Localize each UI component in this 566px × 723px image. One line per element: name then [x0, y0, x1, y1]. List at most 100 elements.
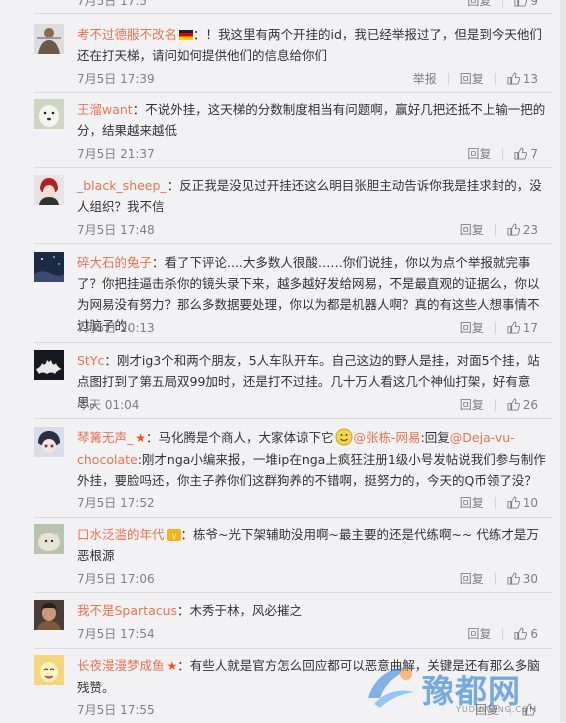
comment-actions: 回复 30 — [460, 570, 538, 587]
like-count: 23 — [522, 222, 538, 237]
reply-button[interactable]: 回复 — [460, 70, 484, 87]
comment-text: :刚才nga小编来报，一堆ip在nga上疯狂注册1级小号发帖说我们参与制作外挂，… — [77, 452, 546, 488]
action-divider — [502, 627, 504, 640]
avatar[interactable] — [34, 175, 64, 205]
like-button[interactable]: 10 — [507, 496, 538, 510]
like-button[interactable]: 6 — [514, 627, 538, 641]
comment-item: 7月5日 17:5 回复 9 — [0, 0, 560, 10]
comment-time: 7月5日 17:06 — [77, 572, 155, 586]
comment-body: _black_sheep_：反正我是没见过开挂还这么明目张胆主动告诉你我是挂求封… — [77, 175, 547, 217]
avatar[interactable] — [34, 24, 64, 54]
watermark-url: YUDUWANG.COM — [456, 705, 538, 714]
comment-username[interactable]: 考不过德服不改名 — [77, 27, 177, 42]
thumb-up-icon — [514, 147, 528, 160]
comment-username[interactable]: 口水泛滥的年代 — [77, 527, 165, 542]
comment-actions: 回复 26 — [460, 396, 538, 413]
comment-separator — [34, 167, 552, 168]
like-count: 17 — [522, 320, 538, 335]
thumb-up-icon — [507, 398, 520, 411]
avatar[interactable] — [34, 99, 64, 129]
comment-separator — [34, 243, 552, 244]
germany-flag-icon — [179, 30, 194, 40]
thumb-up-icon — [507, 223, 520, 236]
like-button[interactable]: 23 — [507, 223, 538, 237]
thumb-up-icon — [507, 496, 520, 509]
reply-button[interactable]: 回复 — [460, 494, 484, 511]
action-divider — [447, 72, 449, 85]
comment-text: :回复 — [420, 430, 450, 445]
comment-time: 7月5日 17:54 — [77, 627, 155, 641]
like-count: 9 — [530, 0, 538, 8]
comment-username[interactable]: 琴篝无声_ — [77, 430, 133, 445]
avatar[interactable] — [34, 600, 64, 630]
thumb-up-icon — [507, 572, 520, 585]
like-count: 6 — [530, 626, 538, 641]
scrollbar[interactable] — [560, 0, 566, 722]
comment-separator — [34, 92, 552, 93]
comment-feed: 7月5日 17:5 回复 9 考不过德服不改名 ：！我这里有两个开挂的id，我已经… — [0, 0, 560, 722]
reply-button[interactable]: 回复 — [460, 221, 484, 238]
comment-body: 王溜want：不说外挂，这天梯的分数制度相当有问题啊，赢好几把还抵不上输一把的分… — [77, 99, 547, 141]
like-count: 10 — [522, 495, 538, 510]
comment-body: 我不是Spartacus：木秀于林，风必摧之 — [77, 600, 547, 621]
like-button[interactable]: 30 — [507, 572, 538, 586]
thumb-up-icon — [514, 0, 528, 7]
comment-item: 王溜want：不说外挂，这天梯的分数制度相当有问题啊，赢好几把还抵不上输一把的分… — [0, 99, 560, 165]
thumb-up-icon — [507, 321, 520, 334]
like-button[interactable]: 17 — [507, 321, 538, 335]
mention-link[interactable]: @张栋-网易 — [354, 430, 421, 445]
reply-button[interactable]: 回复 — [460, 570, 484, 587]
action-divider — [502, 0, 504, 7]
comment-time: 7月5日 17:55 — [77, 703, 155, 717]
comment-actions: 回复 6 — [467, 625, 538, 642]
like-count: 26 — [522, 397, 538, 412]
comment-actions: 回复 10 — [460, 494, 538, 511]
comment-time: 7月5日 21:37 — [77, 147, 155, 161]
reply-button[interactable]: 回复 — [460, 319, 484, 336]
comment-separator — [34, 13, 552, 14]
action-divider — [494, 223, 496, 236]
thumb-up-icon — [507, 72, 520, 85]
avatar[interactable] — [34, 524, 64, 554]
avatar[interactable] — [34, 655, 64, 685]
comment-item: _black_sheep_：反正我是没见过开挂还这么明目张胆主动告诉你我是挂求封… — [0, 175, 560, 241]
action-divider — [494, 398, 496, 411]
action-divider — [494, 321, 496, 334]
avatar[interactable] — [34, 427, 64, 457]
comment-username[interactable]: 碎大石的兔子 — [77, 255, 152, 270]
like-button[interactable]: 26 — [507, 398, 538, 412]
site-watermark: 豫都网 YUDUWANG.COM — [360, 658, 560, 720]
vip-star-icon: ★ — [135, 431, 147, 445]
comment-username[interactable]: 我不是Spartacus — [77, 603, 177, 618]
comment-item: 碎大石的兔子：看了下评论....大多数人很酸……你们说挂，你以为点个举报就完事了… — [0, 252, 560, 340]
action-divider — [494, 72, 496, 85]
comment-body: 考不过德服不改名 ：！我这里有两个开挂的id，我已经举报过了，但是到今天他们还在打… — [77, 24, 547, 66]
comment-time: 7月5日 17:52 — [77, 496, 155, 510]
comment-actions: 举报 回复 13 — [413, 70, 538, 87]
action-divider — [494, 572, 496, 585]
comment-username[interactable]: 王溜want — [77, 102, 133, 117]
avatar[interactable] — [34, 350, 64, 380]
comment-separator — [34, 342, 552, 343]
comment-text: ：不说外挂，这天梯的分数制度相当有问题啊，赢好几把还抵不上输一把的分，结果越来越… — [77, 102, 546, 138]
comment-username[interactable]: 长夜漫漫梦成鱼 — [77, 658, 165, 673]
avatar[interactable] — [34, 252, 64, 282]
comment-time: 7月5日 20:13 — [77, 321, 155, 335]
reply-button[interactable]: 回复 — [460, 396, 484, 413]
comment-username[interactable]: _black_sheep_ — [77, 178, 167, 193]
reply-button[interactable]: 回复 — [467, 0, 491, 9]
reply-button[interactable]: 回复 — [467, 625, 491, 642]
comment-actions: 回复 9 — [467, 0, 538, 9]
comment-time: 今天 01:04 — [77, 398, 140, 412]
like-button[interactable]: 9 — [514, 0, 538, 8]
comment-item: 琴篝无声_ ★：马化腾是个商人，大家体谅下它 @张栋-网易:回复@Deja-vu-c… — [0, 427, 560, 515]
comment-actions: 回复 7 — [467, 145, 538, 162]
like-button[interactable]: 7 — [514, 147, 538, 161]
reply-button[interactable]: 回复 — [467, 145, 491, 162]
like-button[interactable]: 13 — [507, 72, 538, 86]
comment-username[interactable]: StYc — [77, 353, 104, 368]
comment-text: ：马化腾是个商人，大家体谅下它 — [146, 430, 334, 445]
report-button[interactable]: 举报 — [413, 70, 437, 87]
comment-item: 口水泛滥的年代 v ：栋爷~光下架辅助没用啊~最主要的还是代练啊~~ 代练才是万恶根… — [0, 524, 560, 590]
comment-separator — [34, 517, 552, 518]
